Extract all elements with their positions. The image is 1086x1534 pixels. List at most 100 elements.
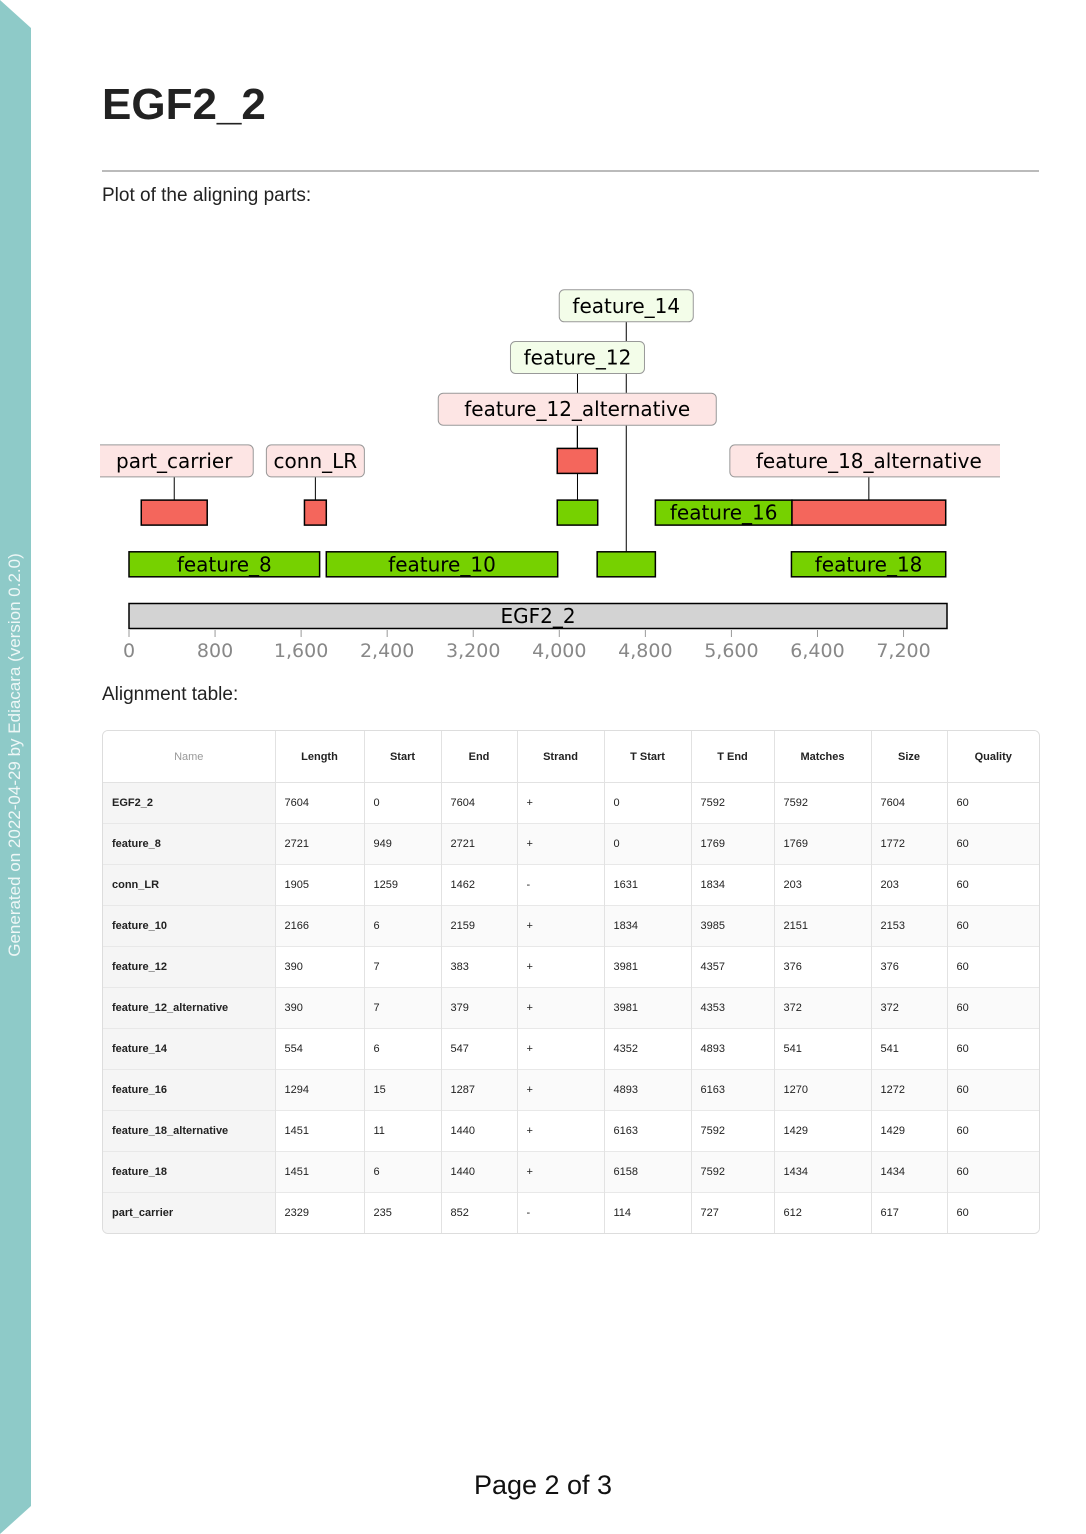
table-header-row: Name Length Start End Strand T Start T End Matc… xyxy=(103,731,1039,783)
table-row: feature_12 390 7 383 +3981 4357 376 376 60 xyxy=(103,946,1039,988)
table-cell: 2159 xyxy=(440,905,517,947)
table-cell: 60 xyxy=(946,946,1039,988)
table-cell: 7604 xyxy=(870,782,947,824)
feature-label: feature_16 xyxy=(670,501,778,525)
table-cell: 1905 xyxy=(274,864,364,906)
page-number: Page 2 of 3 xyxy=(473,1470,613,1500)
table-cell: 390 xyxy=(274,987,364,1029)
table-row: feature_18 1451 6 1440 +6158 7592 1434 1434 60 xyxy=(103,1151,1039,1193)
table-cell: + xyxy=(516,1069,604,1111)
feature-label: feature_12 xyxy=(524,346,632,370)
table-cell: 2329 xyxy=(274,1192,364,1233)
table-cell: 390 xyxy=(274,946,364,988)
table-cell: 1451 xyxy=(274,1110,364,1152)
table-cell: 379 xyxy=(440,987,517,1029)
table-cell: 727 xyxy=(690,1192,774,1233)
table-cell: + xyxy=(516,1028,604,1070)
table-cell: + xyxy=(516,946,604,988)
table-cell: 1769 xyxy=(773,823,871,865)
generated-note: Generated on 2022-04-29 by Ediacara (ver… xyxy=(5,553,24,957)
feature-bar xyxy=(556,499,599,526)
table-cell: 541 xyxy=(870,1028,947,1070)
table-cell: 6 xyxy=(363,1028,441,1070)
table-cell: + xyxy=(516,1110,604,1152)
feature-label: feature_12_alternative xyxy=(464,397,690,421)
table-row: feature_18_alternative 1451 11 1440 +6163 759… xyxy=(103,1110,1039,1152)
table-cell: 2721 xyxy=(440,823,517,865)
table-row: feature_8 2721 949 2721 +0 1769 1769 1772 60 xyxy=(103,823,1039,865)
table-cell: 6163 xyxy=(603,1110,691,1152)
table-cell: 60 xyxy=(946,1028,1039,1070)
table-cell: + xyxy=(516,905,604,947)
table-cell: 6 xyxy=(363,1151,441,1193)
x-tick-label: 1,600 xyxy=(274,640,328,662)
column-header: T End xyxy=(690,731,774,783)
x-tick-label: 0 xyxy=(123,640,135,662)
row-name-cell: feature_12_alternative xyxy=(103,987,275,1029)
table-cell: 114 xyxy=(603,1192,691,1233)
table-cell: 541 xyxy=(773,1028,871,1070)
table-cell: 60 xyxy=(946,1151,1039,1193)
row-name-cell: feature_14 xyxy=(103,1028,275,1070)
table-cell: 1451 xyxy=(274,1151,364,1193)
table-row: feature_16 1294 15 1287 +4893 6163 1270 1272 60 xyxy=(103,1069,1039,1111)
x-tick-label: 4,800 xyxy=(618,640,672,662)
table-cell: 7592 xyxy=(690,1151,774,1193)
column-header: Length xyxy=(274,731,364,783)
feature-label: feature_18_alternative xyxy=(756,449,982,473)
table-cell: 235 xyxy=(363,1192,441,1233)
table-cell: - xyxy=(516,864,604,906)
table-cell: 1769 xyxy=(690,823,774,865)
row-name-cell: feature_18_alternative xyxy=(103,1110,275,1152)
table-cell: 617 xyxy=(870,1192,947,1233)
row-name-cell: conn_LR xyxy=(103,864,275,906)
feature-bar xyxy=(303,499,328,526)
table-cell: 6158 xyxy=(603,1151,691,1193)
reference-label: EGF2_2 xyxy=(500,604,575,628)
table-cell: 1434 xyxy=(773,1151,871,1193)
table-cell: 7592 xyxy=(690,1110,774,1152)
x-tick-label: 2,400 xyxy=(360,640,414,662)
table-cell: 7 xyxy=(363,987,441,1029)
table-cell: 1772 xyxy=(870,823,947,865)
row-name-cell: EGF2_2 xyxy=(103,782,275,824)
table-row: EGF2_2 7604 0 7604 +0 7592 7592 7604 60 xyxy=(103,782,1039,824)
table-cell: 1287 xyxy=(440,1069,517,1111)
feature-bar xyxy=(596,551,657,578)
table-cell: 1272 xyxy=(870,1069,947,1111)
table-cell: 554 xyxy=(274,1028,364,1070)
table-cell: 1440 xyxy=(440,1110,517,1152)
page-title: EGF2_2 xyxy=(102,80,266,129)
row-name-cell: part_carrier xyxy=(103,1192,275,1233)
table-cell: 376 xyxy=(773,946,871,988)
plot-caption: Plot of the aligning parts: xyxy=(102,185,312,206)
table-cell: 60 xyxy=(946,987,1039,1029)
row-name-cell: feature_18 xyxy=(103,1151,275,1193)
table-cell: 60 xyxy=(946,823,1039,865)
row-name-cell: feature_12 xyxy=(103,946,275,988)
table-cell: + xyxy=(516,1151,604,1193)
table-cell: 1294 xyxy=(274,1069,364,1111)
table-cell: 4357 xyxy=(690,946,774,988)
column-header: T Start xyxy=(603,731,691,783)
table-cell: 3981 xyxy=(603,987,691,1029)
table-cell: 0 xyxy=(363,782,441,824)
table-row: feature_14 554 6 547 +4352 4893 541 541 60 xyxy=(103,1028,1039,1070)
table-row: feature_12_alternative 390 7 379 +3981 4353 37… xyxy=(103,987,1039,1029)
column-header: Matches xyxy=(773,731,871,783)
column-header: Strand xyxy=(516,731,604,783)
table-cell: 1429 xyxy=(773,1110,871,1152)
table-cell: 3981 xyxy=(603,946,691,988)
table-cell: 7592 xyxy=(690,782,774,824)
table-cell: 0 xyxy=(603,782,691,824)
table-cell: 2153 xyxy=(870,905,947,947)
table-caption: Alignment table: xyxy=(102,684,239,705)
table-cell: 60 xyxy=(946,864,1039,906)
table-cell: 15 xyxy=(363,1069,441,1111)
table-cell: - xyxy=(516,1192,604,1233)
feature-label: feature_8 xyxy=(177,552,272,576)
title-divider xyxy=(102,170,1039,172)
feature-bar xyxy=(791,499,947,526)
table-cell: 6 xyxy=(363,905,441,947)
table-cell: 1834 xyxy=(690,864,774,906)
